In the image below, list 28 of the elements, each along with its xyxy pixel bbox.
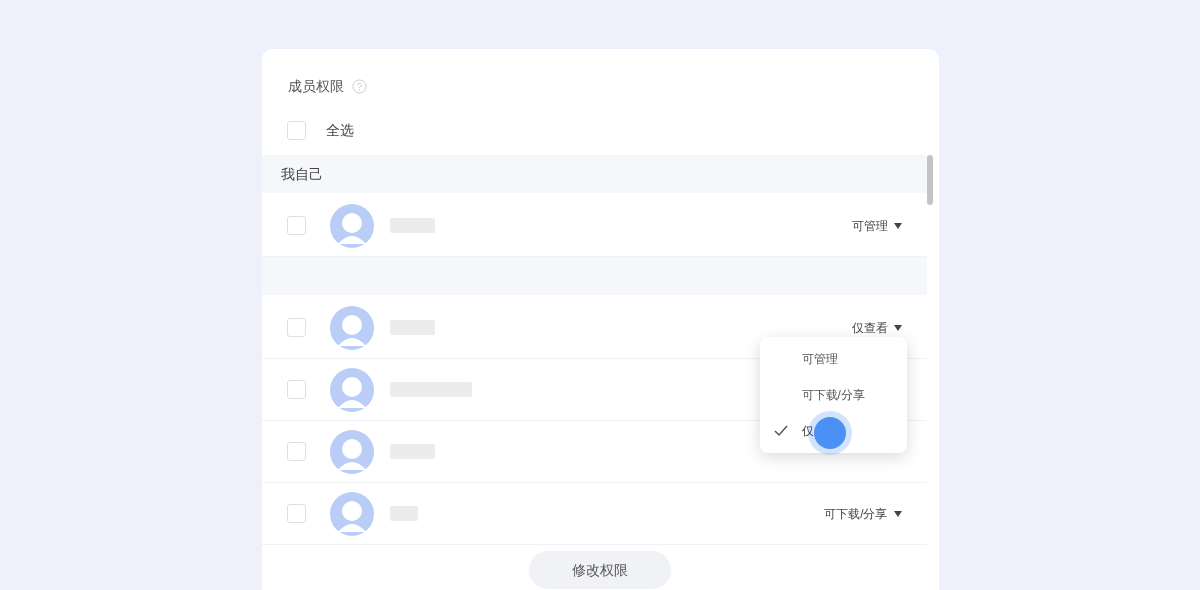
menu-item[interactable]: 仅 bbox=[759, 413, 907, 449]
checkbox[interactable] bbox=[286, 120, 306, 140]
avatar-icon bbox=[329, 305, 374, 350]
checkbox[interactable] bbox=[286, 318, 306, 337]
permission-dropdown[interactable]: 仅查看 bbox=[851, 318, 902, 337]
checkbox[interactable] bbox=[286, 380, 306, 399]
checkbox[interactable] bbox=[286, 442, 306, 461]
check-icon bbox=[773, 425, 788, 437]
permission-dropdown[interactable]: 可管理 bbox=[851, 216, 902, 235]
avatar-icon bbox=[329, 367, 374, 412]
select-all-label: 全选 bbox=[325, 120, 354, 140]
help-icon[interactable] bbox=[351, 78, 367, 94]
modify-permission-button[interactable]: 修改权限 bbox=[529, 551, 671, 589]
caret-icon bbox=[893, 510, 902, 517]
touch-indicator bbox=[813, 417, 846, 449]
section-title: 我自己 bbox=[280, 164, 323, 184]
checkbox[interactable] bbox=[286, 216, 306, 235]
menu-item[interactable]: 可下载/分享 bbox=[759, 377, 907, 413]
avatar-icon bbox=[329, 429, 374, 474]
avatar-icon bbox=[329, 491, 374, 536]
menu-item[interactable]: 可管理 bbox=[759, 341, 907, 377]
avatar-icon bbox=[329, 203, 374, 248]
card-title: 成员权限 bbox=[287, 76, 344, 96]
checkbox[interactable] bbox=[286, 504, 306, 523]
caret-icon bbox=[893, 222, 902, 229]
permission-dropdown[interactable]: 可下载/分享 bbox=[824, 504, 902, 523]
scrollbar[interactable] bbox=[926, 155, 933, 205]
caret-icon bbox=[893, 324, 902, 331]
